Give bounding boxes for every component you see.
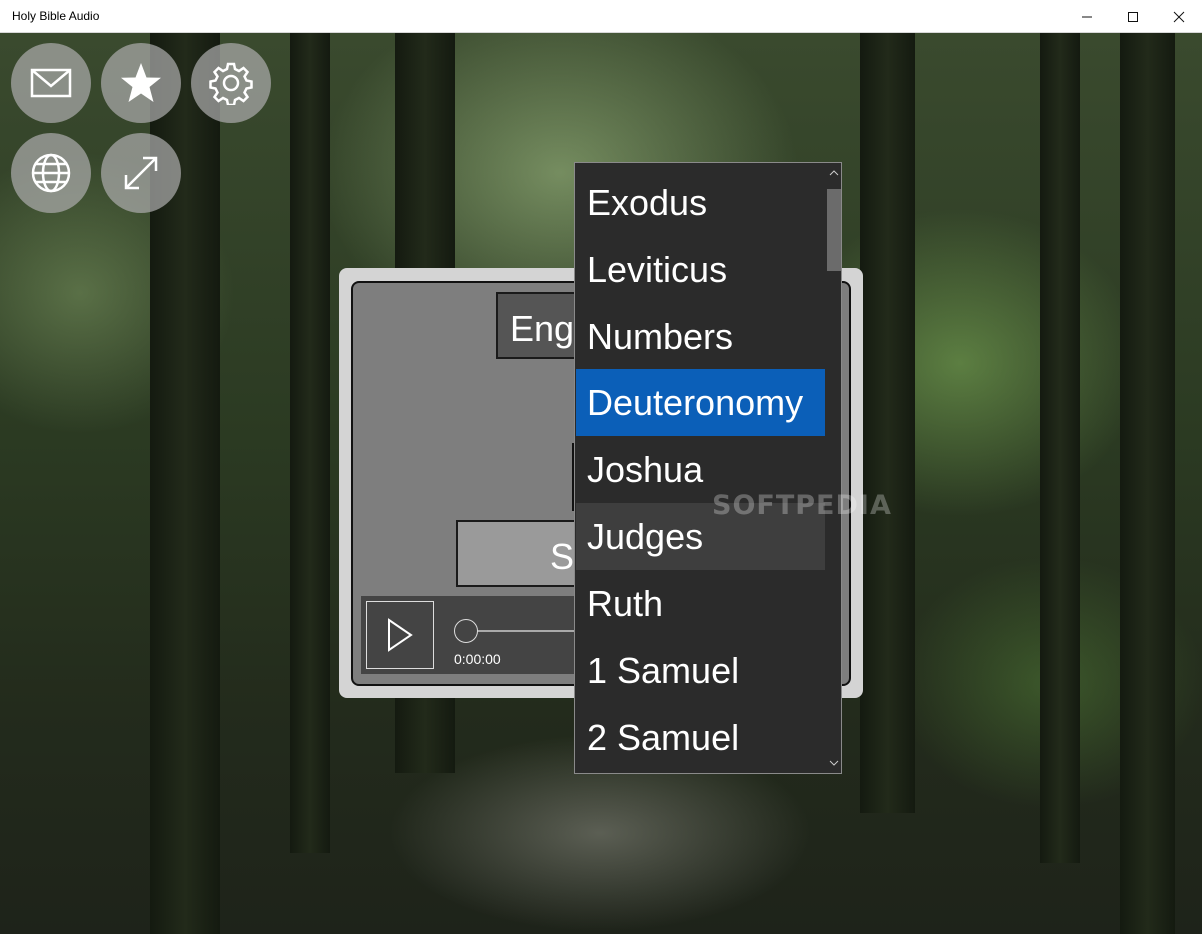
close-button[interactable]	[1156, 0, 1202, 33]
list-item[interactable]: 2 Samuel	[576, 704, 825, 771]
title-bar: Holy Bible Audio	[0, 0, 1202, 33]
tree-trunk	[1120, 33, 1175, 934]
maximize-icon	[1128, 11, 1138, 22]
playback-time: 0:00:00	[454, 651, 501, 667]
play-button[interactable]	[366, 601, 434, 669]
favorites-button[interactable]	[101, 43, 181, 123]
seek-bar[interactable]	[466, 630, 586, 632]
expand-icon	[124, 156, 158, 190]
globe-icon	[31, 153, 71, 193]
fullscreen-button[interactable]	[101, 133, 181, 213]
star-icon	[121, 63, 161, 102]
scroll-up-icon[interactable]	[826, 163, 841, 183]
minimize-icon	[1082, 16, 1092, 17]
tree-trunk	[860, 33, 915, 813]
list-item[interactable]: Leviticus	[576, 236, 825, 303]
book-dropdown-list[interactable]: Exodus Leviticus Numbers Deuteronomy Jos…	[574, 162, 842, 774]
watermark: SOFTPEDIA	[712, 490, 892, 521]
scrollbar-thumb[interactable]	[827, 189, 841, 271]
mail-icon	[30, 68, 72, 98]
list-item[interactable]: Ruth	[576, 570, 825, 637]
list-item[interactable]: Numbers	[576, 303, 825, 370]
dropdown-scrollbar[interactable]	[826, 163, 841, 773]
list-item-selected[interactable]: Deuteronomy	[576, 369, 825, 436]
list-item[interactable]: Exodus	[576, 169, 825, 236]
gear-icon	[209, 62, 253, 105]
mail-button[interactable]	[11, 43, 91, 123]
window-title: Holy Bible Audio	[12, 9, 100, 23]
minimize-button[interactable]	[1064, 0, 1110, 33]
settings-button[interactable]	[191, 43, 271, 123]
tree-trunk	[290, 33, 330, 853]
list-item[interactable]: 1 Samuel	[576, 637, 825, 704]
play-icon	[388, 618, 413, 652]
close-icon	[1173, 11, 1185, 22]
language-button[interactable]	[11, 133, 91, 213]
tree-trunk	[1040, 33, 1080, 863]
scroll-down-icon[interactable]	[826, 753, 841, 773]
seek-thumb[interactable]	[454, 619, 478, 643]
maximize-button[interactable]	[1110, 0, 1156, 33]
